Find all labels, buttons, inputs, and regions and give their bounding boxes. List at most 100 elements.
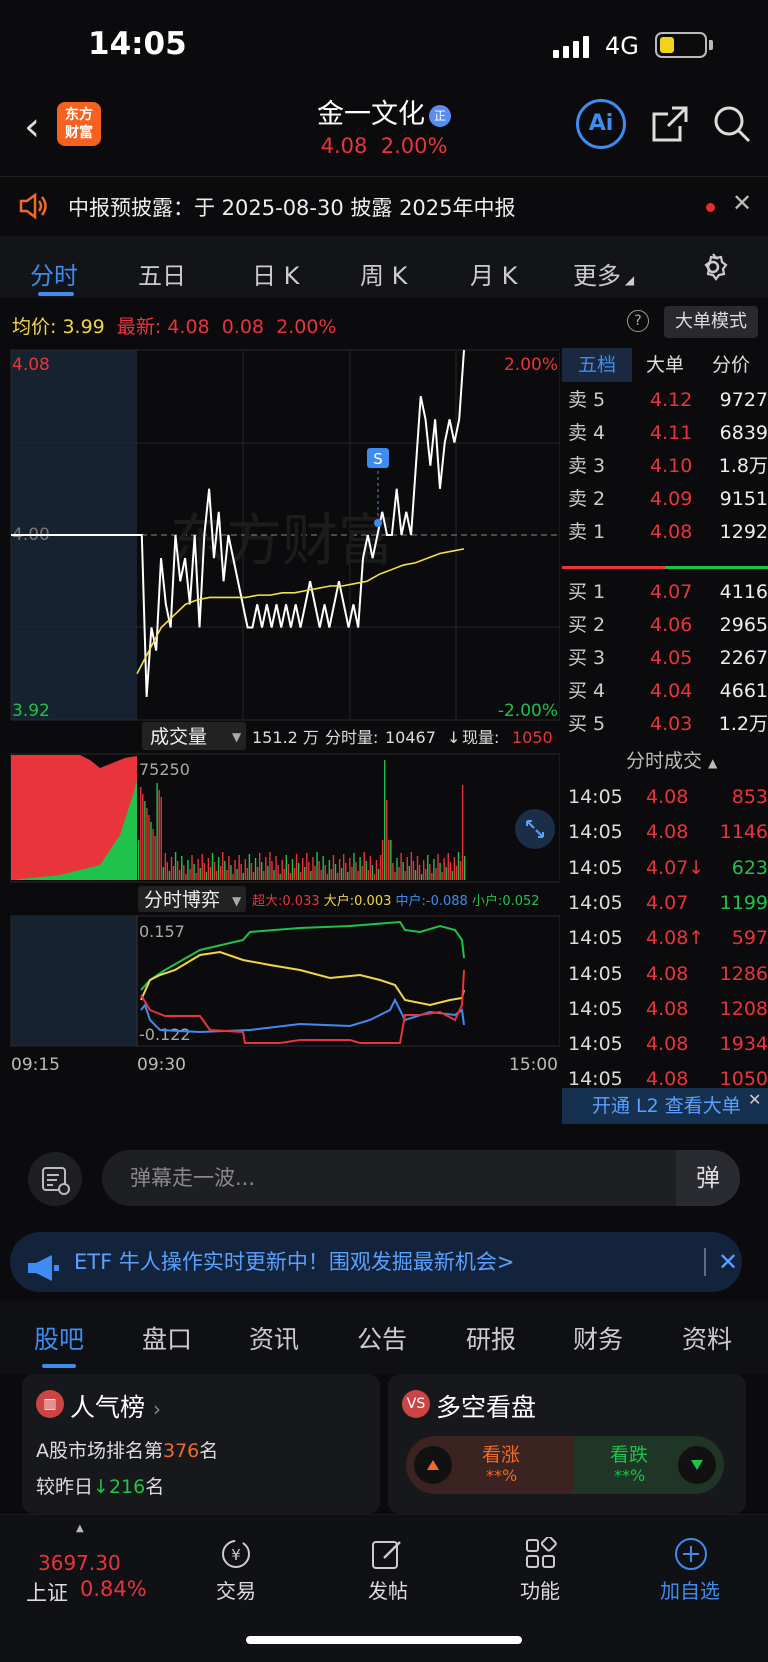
price-info-line: 均价: 3.99 最新: 4.08 0.08 2.00% bbox=[12, 312, 336, 339]
tab-orderflow[interactable]: 盘口 bbox=[142, 1320, 192, 1356]
tab-level5[interactable]: 五档 bbox=[562, 348, 632, 382]
volume-bar bbox=[455, 866, 458, 880]
etf-banner[interactable]: ETF 牛人操作实时更新中！围观发掘最新机会> ✕ bbox=[10, 1232, 742, 1292]
volume-bar bbox=[283, 869, 285, 880]
search-icon[interactable] bbox=[712, 104, 752, 148]
sentiment-card[interactable]: VS 多空看盘 看涨 **% 看跌 **% bbox=[388, 1374, 746, 1514]
nav-post[interactable]: 发帖 bbox=[338, 1575, 438, 1604]
tab-news[interactable]: 资讯 bbox=[249, 1320, 299, 1356]
l2-upgrade-banner[interactable]: 开通 L2 查看大单 bbox=[562, 1088, 768, 1124]
bid-row[interactable]: 买 1 4.07 4116 bbox=[562, 576, 768, 608]
bearish-button[interactable]: 看跌 **% bbox=[574, 1436, 724, 1494]
tab-big-order[interactable]: 大单 bbox=[646, 348, 684, 382]
ai-button[interactable]: Ai bbox=[576, 99, 626, 149]
trade-price: 4.07 bbox=[646, 891, 689, 914]
tab-day-k[interactable]: 日 K bbox=[252, 256, 299, 291]
ask-row[interactable]: 卖 1 4.08 1292 bbox=[562, 516, 768, 548]
volume-label: 成交量 bbox=[150, 726, 207, 748]
tab-forum[interactable]: 股吧 bbox=[34, 1320, 84, 1356]
volume-bar bbox=[363, 852, 365, 880]
volume-bar bbox=[349, 858, 351, 880]
bid-row[interactable]: 买 3 4.05 2267 bbox=[562, 642, 768, 674]
volume-bar bbox=[308, 862, 310, 880]
gear-icon[interactable] bbox=[698, 252, 728, 286]
nav-functions[interactable]: 功能 bbox=[490, 1575, 590, 1604]
ask-level: 卖 3 bbox=[568, 455, 606, 477]
period-volume-label: 分时量: bbox=[325, 728, 378, 747]
bid-row[interactable]: 买 2 4.06 2965 bbox=[562, 609, 768, 641]
stock-change-pct: 2.00% bbox=[380, 134, 448, 158]
bid-volume: 2267 bbox=[719, 647, 768, 669]
signal-point bbox=[374, 519, 382, 527]
bearish-pct: **% bbox=[614, 1466, 646, 1485]
volume-bar bbox=[160, 797, 162, 880]
bullish-button[interactable]: 看涨 **% bbox=[406, 1436, 574, 1494]
tab-price-split[interactable]: 分价 bbox=[712, 348, 750, 382]
edit-icon bbox=[370, 1537, 404, 1575]
tab-intraday[interactable]: 分时 bbox=[30, 256, 78, 291]
danmu-input[interactable]: 弹幕走一波... bbox=[102, 1150, 740, 1206]
volume-bar bbox=[197, 859, 199, 880]
volume-bar bbox=[142, 794, 144, 880]
trade-row: 14:05 4.08 1208 bbox=[562, 992, 768, 1027]
tab-month-k[interactable]: 月 K bbox=[470, 256, 517, 291]
volume-bar bbox=[414, 870, 417, 880]
ask-row[interactable]: 卖 5 4.12 9727 bbox=[562, 384, 768, 416]
trades-title[interactable]: 分时成交 ▲ bbox=[626, 746, 717, 773]
ask-row[interactable]: 卖 4 4.11 6839 bbox=[562, 417, 768, 449]
danmu-settings-icon[interactable] bbox=[28, 1152, 82, 1206]
popularity-title-text: 人气榜 bbox=[70, 1393, 146, 1422]
tab-more[interactable]: 更多 ◢ bbox=[573, 256, 634, 291]
latest-change: 0.08 bbox=[221, 316, 265, 338]
volume-bar bbox=[179, 870, 181, 880]
share-icon[interactable] bbox=[650, 104, 690, 148]
volume-bar bbox=[138, 840, 140, 880]
volume-bar bbox=[295, 854, 298, 880]
volume-bar bbox=[433, 859, 435, 880]
volume-bar bbox=[236, 869, 238, 880]
y-axis-bottom-label: 3.92 bbox=[12, 701, 50, 721]
nav-add-watchlist[interactable]: 加自选 bbox=[640, 1575, 740, 1604]
trade-time: 14:05 bbox=[568, 856, 623, 879]
rank-value: 376 bbox=[163, 1440, 200, 1462]
clock: 14:05 bbox=[88, 26, 187, 62]
intraday-chart[interactable]: 东方财富 4.08 4.00 3.92 2.00% -2.00% S 成交量 ▼… bbox=[0, 340, 560, 1140]
index-change-pct[interactable]: 0.84% bbox=[80, 1577, 147, 1601]
ask-row[interactable]: 卖 2 4.09 9151 bbox=[562, 483, 768, 515]
volume-bar bbox=[271, 861, 273, 880]
notice-bar[interactable]: 中报预披露：于 2025-08-30 披露 2025年中报 ✕ bbox=[0, 176, 768, 234]
volume-bar bbox=[416, 856, 419, 880]
bid-row[interactable]: 买 4 4.04 4661 bbox=[562, 675, 768, 707]
tab-week-k[interactable]: 周 K bbox=[360, 256, 407, 291]
close-icon[interactable]: ✕ bbox=[732, 189, 752, 217]
nav-trade[interactable]: 交易 bbox=[186, 1575, 286, 1604]
tab-announcements[interactable]: 公告 bbox=[357, 1320, 407, 1356]
volume-bar bbox=[441, 872, 443, 880]
volume-bar bbox=[234, 860, 236, 880]
tab-profile[interactable]: 资料 bbox=[682, 1320, 732, 1356]
tab-research[interactable]: 研报 bbox=[466, 1320, 516, 1356]
volume-bar bbox=[367, 870, 369, 880]
close-icon[interactable]: ✕ bbox=[718, 1232, 738, 1292]
bullish-label: 看涨 bbox=[482, 1444, 521, 1466]
big-order-mode-button[interactable]: 大单模式 bbox=[664, 306, 758, 338]
help-icon[interactable]: ? bbox=[627, 310, 649, 332]
volume-bar bbox=[418, 865, 421, 880]
volume-bar bbox=[316, 852, 318, 880]
volume-bar bbox=[144, 801, 146, 880]
trade-price: 4.08 bbox=[646, 962, 689, 985]
close-icon[interactable]: ✕ bbox=[748, 1090, 761, 1109]
index-value[interactable]: 3697.30 bbox=[38, 1551, 121, 1575]
stock-price: 4.08 bbox=[320, 134, 368, 158]
trade-volume: 1934 bbox=[719, 1033, 768, 1056]
volume-bar bbox=[359, 857, 361, 880]
index-name[interactable]: 上证 bbox=[26, 1577, 68, 1607]
ask-row[interactable]: 卖 3 4.10 1.8万 bbox=[562, 450, 768, 482]
popularity-card[interactable]: ▥ 人气榜 › A股市场排名第376名 较昨日↓216名 bbox=[22, 1374, 380, 1514]
danmu-toggle-button[interactable]: 弹 bbox=[676, 1150, 740, 1206]
bid-row[interactable]: 买 5 4.03 1.2万 bbox=[562, 708, 768, 740]
volume-bar bbox=[408, 866, 410, 880]
volume-bar bbox=[459, 861, 462, 880]
tab-five-day[interactable]: 五日 bbox=[138, 256, 186, 291]
tab-financials[interactable]: 财务 bbox=[573, 1320, 623, 1356]
